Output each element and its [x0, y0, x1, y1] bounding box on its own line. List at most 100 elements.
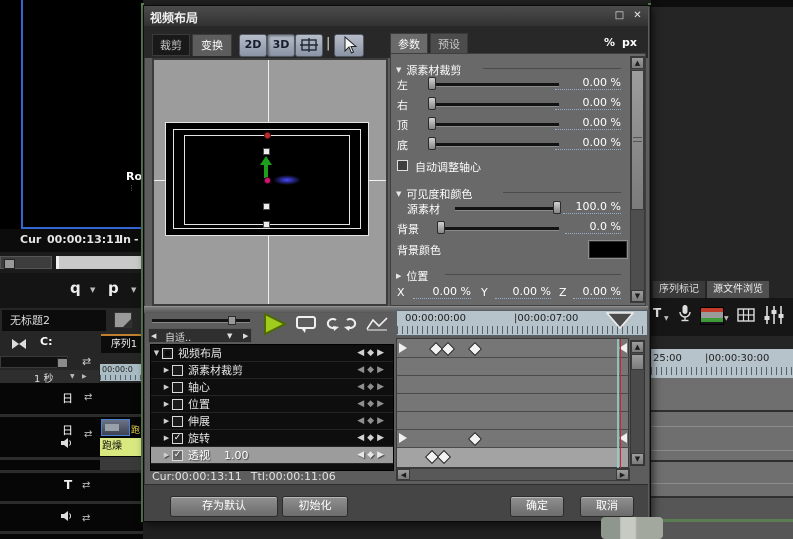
expand-icon-row1[interactable]: ▼ [151, 349, 162, 357]
fit-dropdown-icon[interactable]: ▼ [227, 332, 232, 340]
timeline-zoom-handle[interactable] [57, 358, 68, 368]
collapse-icon-2[interactable]: ▼ [396, 190, 401, 198]
crop-top-slider[interactable] [431, 123, 559, 127]
save-default-button[interactable]: 存为默认 [170, 496, 278, 517]
pos-y-value[interactable]: 0.00 % [495, 285, 551, 299]
comment-bubble-icon[interactable] [296, 316, 316, 333]
checkbox-anchor[interactable] [172, 381, 183, 393]
initialize-button[interactable]: 初始化 [282, 496, 348, 517]
kf-nav-row6[interactable]: ◀◆▶ [357, 433, 387, 443]
auto-axis-checkbox[interactable] [397, 160, 408, 171]
section-visibility[interactable]: ▼ 可见度和颜色 [396, 186, 472, 202]
checkbox-perspective[interactable]: ✓ [172, 449, 183, 461]
kf-prev-arrow-row6[interactable] [399, 433, 407, 443]
track-patch-icon[interactable]: ⇄ [82, 355, 91, 368]
set-in-point-icon[interactable]: q [70, 279, 81, 297]
shuttle-handle[interactable] [4, 259, 15, 269]
title-track-icon[interactable]: T [64, 478, 72, 492]
track-patch-icon-5[interactable]: ⇄ [82, 513, 90, 524]
source-opacity-handle[interactable] [553, 201, 561, 214]
close-button[interactable]: ✕ [630, 9, 645, 23]
out-point-dropdown-icon[interactable]: ▼ [131, 286, 136, 294]
clip-mode-icon[interactable] [700, 307, 724, 325]
bg-color-swatch[interactable] [589, 241, 627, 258]
kf-row-position[interactable]: ▶ 位置 ◀◆▶ [151, 396, 393, 413]
crop-bottom-slider[interactable] [431, 143, 559, 147]
axis-mode-button[interactable] [295, 34, 323, 57]
checkbox-video-layout[interactable] [162, 347, 173, 359]
playhead-marker[interactable] [606, 312, 634, 330]
unit-pixels[interactable]: px [622, 36, 637, 49]
clip-label[interactable]: 跑燥 [100, 438, 143, 456]
set-out-point-icon[interactable]: p [108, 279, 119, 297]
crop-left-value[interactable]: 0.00 % [555, 76, 621, 90]
play-button[interactable] [262, 312, 288, 336]
clip-mode-dropdown-icon[interactable]: ▼ [724, 315, 729, 322]
pos-x-value[interactable]: 0.00 % [413, 285, 471, 299]
in-point-dropdown-icon[interactable]: ▼ [90, 286, 95, 294]
undo-icon[interactable] [324, 317, 339, 331]
kf-nav-row1[interactable]: ◀◆▶ [357, 348, 387, 358]
section-position[interactable]: ▶ 位置 [396, 268, 428, 284]
video-track-icon-2[interactable]: 日 [62, 422, 73, 438]
tab-transform[interactable]: 变换 [192, 34, 232, 56]
track-patch-icon-2[interactable]: ⇄ [84, 392, 92, 403]
background-timeline-ruler[interactable]: 25:00 |00:00:30:00 [651, 349, 793, 378]
scrollbar-thumb[interactable] [631, 70, 644, 210]
crop-right-value[interactable]: 0.00 % [555, 96, 621, 110]
kf-prev-arrow-row1[interactable] [399, 343, 407, 353]
source-opacity-slider[interactable] [455, 207, 559, 211]
seek-position-bar[interactable] [56, 256, 146, 269]
handle-square-top[interactable] [263, 148, 270, 155]
kf-nav-row4[interactable]: ◀◆▶ [357, 399, 387, 409]
crop-bottom-handle[interactable] [428, 137, 436, 150]
checkbox-stretch[interactable] [172, 415, 183, 427]
speaker-icon-1[interactable] [61, 438, 72, 448]
kf-nav-row3[interactable]: ◀◆▶ [357, 382, 387, 392]
redo-icon[interactable] [344, 317, 359, 331]
expand-icon[interactable]: ▶ [396, 272, 401, 280]
crop-left-handle[interactable] [428, 77, 436, 90]
video-track-icon-1[interactable]: 日 [62, 390, 73, 406]
title-tool-icon[interactable]: T [653, 306, 661, 320]
tab-source-browser[interactable]: 源文件浏览 [707, 281, 769, 298]
params-scrollbar[interactable]: ▲ ▼ [630, 56, 645, 303]
kf-nav-row7[interactable]: ◀◆▶ [357, 450, 387, 460]
kf-row-stretch[interactable]: ▶ 伸展 ◀◆▶ [151, 413, 393, 430]
kf-nav-row5[interactable]: ◀◆▶ [357, 416, 387, 426]
tab-presets[interactable]: 预设 [430, 33, 468, 54]
y-axis-arrowhead[interactable] [260, 156, 272, 165]
panel-corner-icon[interactable] [114, 312, 132, 328]
track-patch-icon-3[interactable]: ⇄ [84, 429, 92, 440]
crop-right-slider[interactable] [431, 103, 559, 107]
handle-square-bottom2[interactable] [263, 221, 270, 228]
speaker-icon-2[interactable] [61, 511, 72, 521]
bg-opacity-handle[interactable] [437, 221, 445, 234]
tab-crop[interactable]: 裁剪 [152, 34, 190, 56]
c-drive-icon[interactable]: C: [40, 335, 52, 348]
bg-opacity-value[interactable]: 0.0 % [565, 220, 621, 234]
expand-icon-row7[interactable]: ▶ [161, 451, 172, 459]
bg-opacity-slider[interactable] [439, 227, 559, 231]
kf-scroll-left[interactable]: ◀ [397, 469, 410, 480]
kf-zoom-handle[interactable] [228, 316, 236, 325]
scroll-down-button[interactable]: ▼ [631, 290, 644, 302]
collapse-icon[interactable]: ▼ [396, 66, 401, 74]
scroll-up-button[interactable]: ▲ [631, 57, 644, 69]
kf-row-anchor[interactable]: ▶ 轴心 ◀◆▶ [151, 379, 393, 396]
checkbox-position[interactable] [172, 398, 183, 410]
microphone-icon[interactable] [678, 304, 692, 324]
title-tool-dropdown-icon[interactable]: ▼ [664, 315, 669, 322]
kf-timeline-tracks[interactable] [396, 338, 630, 469]
kf-row-video-layout[interactable]: ▼ 视频布局 ◀◆▶ [151, 345, 393, 362]
kf-scroll-right[interactable]: ▶ [616, 469, 629, 480]
fit-dropdown[interactable]: ◀ 自适.. ▼ ▶ [148, 328, 252, 344]
expand-icon-row4[interactable]: ▶ [161, 400, 172, 408]
unit-percent[interactable]: % [604, 36, 615, 49]
preview-canvas[interactable] [152, 58, 388, 306]
kf-scroll-up[interactable]: ▲ [631, 341, 644, 353]
keyframe-diamond[interactable] [440, 341, 456, 357]
cancel-button[interactable]: 取消 [580, 496, 634, 517]
pos-z-value[interactable]: 0.00 % [573, 285, 621, 299]
mode-3d-button[interactable]: 3D [267, 34, 295, 57]
